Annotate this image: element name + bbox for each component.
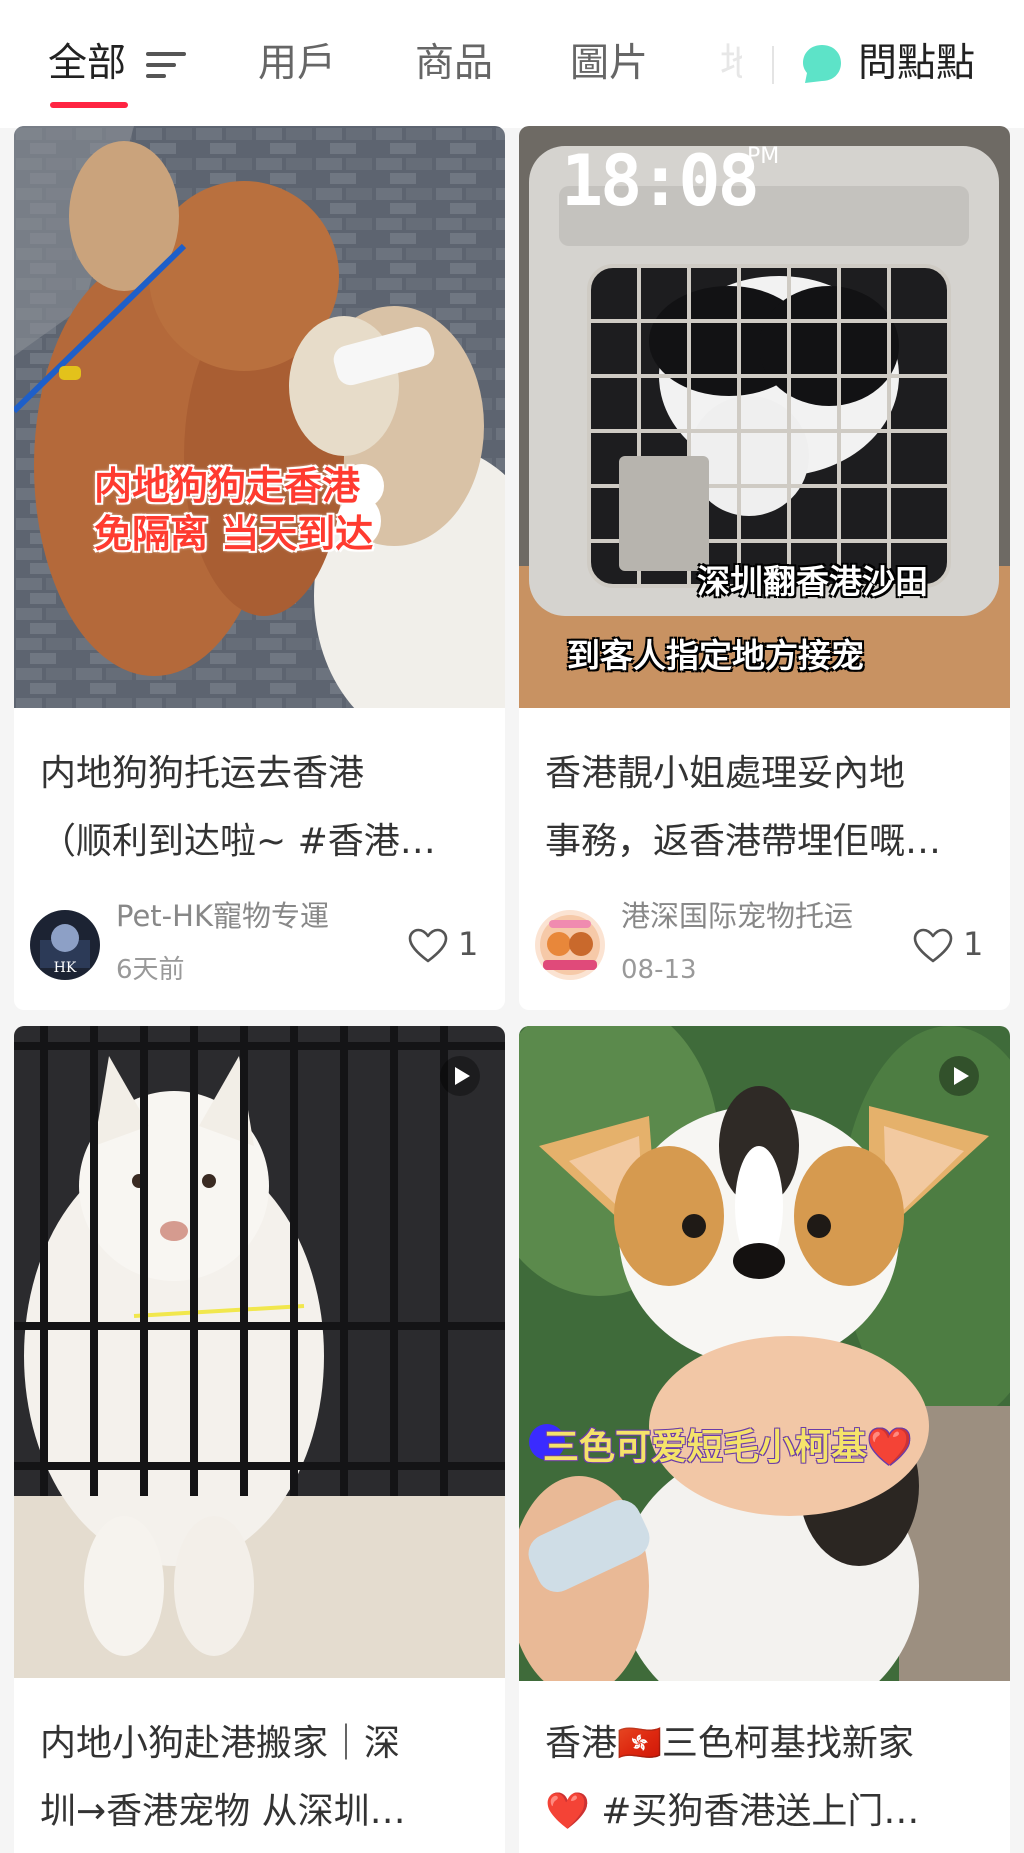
overlay-caption-line: 内地狗狗走香港 bbox=[94, 464, 361, 508]
note-title-line: 内地小狗赴港搬家｜深 bbox=[40, 1723, 401, 1764]
overlay-caption-line: 免隔离 当天到达 bbox=[94, 512, 374, 556]
author-name[interactable]: 港深国际宠物托运 bbox=[621, 896, 853, 936]
avatar[interactable] bbox=[535, 910, 605, 980]
avatar[interactable]: HK bbox=[30, 910, 100, 980]
tab-all[interactable]: 全部 bbox=[48, 36, 126, 92]
author-name[interactable]: Pet-HK寵物专運 bbox=[116, 896, 329, 936]
avatar-image: HK bbox=[30, 910, 100, 980]
overlay-caption-line: 深圳翻香港沙田 bbox=[697, 562, 928, 601]
post-date: 08-13 bbox=[621, 955, 697, 985]
note-card[interactable]: 内地小狗赴港搬家｜深 圳→香港宠物 从深圳… bbox=[14, 1026, 505, 1853]
note-title-line: （顺利到达啦~ #香港… bbox=[40, 821, 436, 862]
note-card[interactable]: 18:08 PM 深圳翻香港沙田 到客人指定地方接宠 香港靚小姐處理妥內地 事務… bbox=[519, 126, 1010, 1010]
note-card[interactable]: 内地狗狗走香港 免隔离 当天到达 内地狗狗托运去香港 （顺利到达啦~ #香港… … bbox=[14, 126, 505, 1010]
play-icon bbox=[939, 1056, 979, 1096]
note-title[interactable]: 香港靚小姐處理妥內地 事務，返香港帶埋佢嘅… bbox=[545, 740, 985, 876]
tab-more-label: 地 bbox=[720, 41, 742, 86]
note-title-line: 香港🇭🇰三色柯基找新家 bbox=[545, 1723, 914, 1764]
active-tab-indicator bbox=[50, 102, 128, 108]
note-title[interactable]: 内地狗狗托运去香港 （顺利到达啦~ #香港… bbox=[40, 740, 480, 876]
note-thumbnail[interactable]: 18:08 PM 深圳翻香港沙田 到客人指定地方接宠 bbox=[519, 126, 1010, 708]
note-card[interactable]: 三色可爱短毛小柯基❤️ 香港🇭🇰三色柯基找新家 ❤️ #买狗香港送上门… bbox=[519, 1026, 1010, 1853]
note-title-line: 事務，返香港帶埋佢嘅… bbox=[545, 821, 942, 862]
heart-outline-icon[interactable] bbox=[408, 928, 448, 964]
avatar-logo-text: HK bbox=[54, 960, 77, 976]
heart-outline-icon[interactable] bbox=[913, 928, 953, 964]
avatar-image bbox=[535, 910, 605, 980]
note-title-line: ❤️ #买狗香港送上门… bbox=[545, 1791, 920, 1832]
note-title-line: 内地狗狗托运去香港 bbox=[40, 753, 365, 794]
note-title[interactable]: 香港🇭🇰三色柯基找新家 ❤️ #买狗香港送上门… bbox=[545, 1710, 985, 1846]
tab-images[interactable]: 圖片 bbox=[570, 36, 648, 92]
play-icon bbox=[440, 1056, 480, 1096]
overlay-caption-line: 三色可爱短毛小柯基❤️ bbox=[543, 1427, 912, 1468]
corgi-puppy-image bbox=[519, 1026, 1010, 1681]
post-date: 6天前 bbox=[116, 955, 185, 985]
tab-products[interactable]: 商品 bbox=[415, 36, 493, 92]
overlay-clock-suffix: PM bbox=[747, 144, 780, 169]
note-title-line: 香港靚小姐處理妥內地 bbox=[545, 753, 906, 794]
note-title-line: 圳→香港宠物 从深圳… bbox=[40, 1791, 406, 1832]
note-thumbnail[interactable]: 内地狗狗走香港 免隔离 当天到达 bbox=[14, 126, 505, 708]
note-thumbnail[interactable]: 三色可爱短毛小柯基❤️ bbox=[519, 1026, 1010, 1681]
tab-ask[interactable]: 問點點 bbox=[858, 36, 975, 92]
dog-photo-image bbox=[14, 126, 505, 708]
note-thumbnail[interactable] bbox=[14, 1026, 505, 1678]
note-title[interactable]: 内地小狗赴港搬家｜深 圳→香港宠物 从深圳… bbox=[40, 1710, 480, 1846]
overlay-clock: 18:08 bbox=[561, 140, 760, 222]
overlay-caption-line: 到客人指定地方接宠 bbox=[567, 636, 864, 675]
tab-users[interactable]: 用戶 bbox=[258, 36, 336, 92]
chat-bubble-icon[interactable] bbox=[800, 42, 844, 86]
like-count: 1 bbox=[458, 925, 479, 963]
tab-divider bbox=[772, 46, 774, 84]
like-count: 1 bbox=[963, 925, 984, 963]
white-dog-in-cage-image bbox=[14, 1026, 505, 1678]
search-tab-bar: 全部 用戶 商品 圖片 地 問點點 bbox=[0, 0, 1024, 128]
tab-more-partial[interactable]: 地 bbox=[720, 36, 742, 92]
filter-lines-icon[interactable] bbox=[146, 46, 186, 82]
